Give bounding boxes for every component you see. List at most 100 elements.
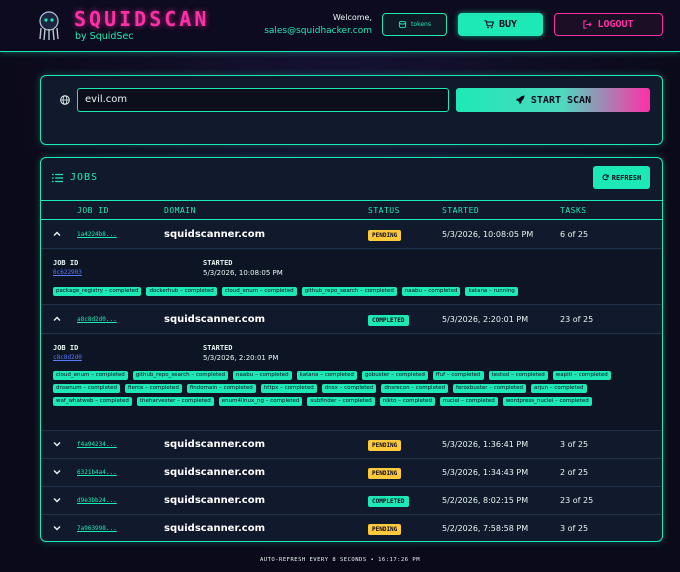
job-id-link[interactable]: 6321b4a4... bbox=[77, 469, 117, 476]
job-domain: squidscanner.com bbox=[164, 314, 265, 325]
chevron-down-icon[interactable] bbox=[53, 468, 61, 476]
job-started: 5/2/2026, 7:58:58 PM bbox=[442, 524, 529, 533]
task-chip: github_repo_search – completed bbox=[132, 371, 229, 380]
job-domain: squidscanner.com bbox=[164, 467, 265, 478]
task-chip: katana – running bbox=[465, 287, 518, 296]
task-chip: naabu – completed bbox=[401, 287, 461, 296]
task-chip: subfinder – completed bbox=[307, 397, 375, 406]
job-id-link[interactable]: 7a963998... bbox=[77, 525, 117, 532]
jobs-header: JOBS REFRESH bbox=[41, 158, 662, 200]
top-header: SQUIDSCAN by SquidSec Welcome, sales@squ… bbox=[0, 0, 680, 52]
task-chip: dnsrecon – completed bbox=[381, 384, 448, 393]
task-chip: wordpress_nuclei – completed bbox=[502, 397, 592, 406]
task-chip: dnsx – completed bbox=[321, 384, 377, 393]
domain-input[interactable]: evil.com bbox=[77, 88, 449, 112]
rocket-icon bbox=[515, 95, 525, 105]
coins-icon bbox=[398, 20, 407, 29]
detail-started-value: 5/3/2026, 10:08:05 PM bbox=[203, 269, 283, 277]
job-started: 5/2/2026, 8:02:15 PM bbox=[442, 496, 529, 505]
table-row[interactable]: d9e3bb24... squidscanner.com COMPLETED 5… bbox=[41, 487, 662, 515]
detail-started-label: STARTED bbox=[203, 344, 233, 352]
table-row[interactable]: a8c8d2d0... squidscanner.com COMPLETED 5… bbox=[41, 306, 662, 334]
jobs-table-header: JOB ID DOMAIN STATUS STARTED TASKS bbox=[41, 200, 662, 220]
job-domain: squidscanner.com bbox=[164, 523, 265, 534]
job-started: 5/3/2026, 10:08:05 PM bbox=[442, 230, 534, 239]
task-chip: nuclei – completed bbox=[439, 397, 498, 406]
detail-job-id-label: JOB ID bbox=[53, 344, 79, 352]
detail-job-id-value[interactable]: c8c8d2d0 bbox=[53, 354, 82, 361]
cart-icon bbox=[484, 20, 494, 29]
job-started: 5/3/2026, 1:36:41 PM bbox=[442, 440, 529, 449]
job-detail-panel: JOB ID c8c8d2d0 STARTED 5/3/2026, 2:20:0… bbox=[41, 335, 662, 431]
job-tasks: 23 of 25 bbox=[560, 496, 594, 505]
detail-started-label: STARTED bbox=[203, 259, 233, 267]
status-badge: COMPLETED bbox=[368, 315, 409, 326]
task-chip: cloud_enum – completed bbox=[221, 287, 297, 296]
logout-icon bbox=[583, 20, 593, 29]
job-id-link[interactable]: d9e3bb24... bbox=[77, 497, 117, 504]
tokens-button[interactable]: tokens bbox=[382, 13, 447, 36]
column-header-started: STARTED bbox=[442, 206, 480, 215]
task-chip: package_registry – completed bbox=[53, 287, 142, 296]
task-chip: testssl – completed bbox=[488, 371, 548, 380]
column-header-job-id: JOB ID bbox=[77, 206, 109, 215]
job-started: 5/3/2026, 1:34:43 PM bbox=[442, 468, 529, 477]
job-domain: squidscanner.com bbox=[164, 229, 265, 240]
job-tasks: 6 of 25 bbox=[560, 230, 589, 239]
welcome-block: Welcome, sales@squidhacker.com bbox=[264, 13, 372, 36]
table-row[interactable]: 7a963998... squidscanner.com PENDING 5/2… bbox=[41, 515, 662, 541]
refresh-label: REFRESH bbox=[611, 173, 642, 182]
chevron-up-icon[interactable] bbox=[53, 315, 61, 323]
brand-title: SQUIDSCAN bbox=[74, 7, 210, 31]
chevron-down-icon[interactable] bbox=[53, 496, 61, 504]
job-id-link[interactable]: a8c8d2d0... bbox=[77, 316, 117, 323]
detail-job-id-value[interactable]: 0c622903 bbox=[53, 269, 82, 276]
task-chip-list: package_registry – completed dockerhub – … bbox=[53, 287, 650, 296]
job-started: 5/3/2026, 2:20:01 PM bbox=[442, 315, 529, 324]
globe-icon bbox=[60, 95, 70, 105]
logout-label: LOGOUT bbox=[597, 19, 634, 30]
table-row[interactable]: 1a4224b8... squidscanner.com PENDING 5/3… bbox=[41, 221, 662, 249]
refresh-button[interactable]: REFRESH bbox=[593, 166, 650, 189]
detail-started-value: 5/3/2026, 2:20:01 PM bbox=[203, 354, 279, 362]
chevron-down-icon[interactable] bbox=[53, 440, 61, 448]
task-chip: naabu – completed bbox=[233, 371, 292, 380]
column-header-status: STATUS bbox=[368, 206, 400, 215]
task-chip: dockerhub – completed bbox=[146, 287, 217, 296]
welcome-label: Welcome, bbox=[332, 13, 372, 22]
start-scan-button[interactable]: START SCAN bbox=[456, 88, 650, 112]
tokens-label: tokens bbox=[411, 21, 431, 28]
table-row[interactable]: 6321b4a4... squidscanner.com PENDING 5/3… bbox=[41, 459, 662, 487]
jobs-panel: JOBS REFRESH JOB ID DOMAIN STATUS STARTE… bbox=[40, 157, 663, 542]
job-id-link[interactable]: f4a94234... bbox=[77, 441, 117, 448]
chevron-up-icon[interactable] bbox=[53, 230, 61, 238]
auto-refresh-footer: AUTO-REFRESH EVERY 8 SECONDS • 16:17:26 … bbox=[259, 557, 421, 563]
task-chip: findomain – completed bbox=[186, 384, 256, 393]
jobs-title: JOBS bbox=[70, 172, 99, 183]
logout-button[interactable]: LOGOUT bbox=[554, 13, 663, 36]
status-badge: PENDING bbox=[368, 230, 402, 241]
job-tasks: 3 of 25 bbox=[560, 440, 589, 449]
table-row[interactable]: f4a94234... squidscanner.com PENDING 5/3… bbox=[41, 431, 662, 459]
status-badge: PENDING bbox=[368, 440, 402, 451]
refresh-icon bbox=[602, 174, 609, 181]
task-chip: nikto – completed bbox=[379, 397, 435, 406]
job-domain: squidscanner.com bbox=[164, 439, 265, 450]
task-chip: gobuster – completed bbox=[361, 371, 428, 380]
list-icon bbox=[52, 173, 63, 183]
task-chip: arjun – completed bbox=[530, 384, 587, 393]
task-chip: waf_whatweb – completed bbox=[53, 397, 132, 406]
task-chip: httpx – completed bbox=[260, 384, 317, 393]
job-id-link[interactable]: 1a4224b8... bbox=[77, 231, 117, 238]
task-chip: fierce – completed bbox=[124, 384, 182, 393]
status-badge: PENDING bbox=[368, 524, 402, 535]
chevron-down-icon[interactable] bbox=[53, 524, 61, 532]
user-email: sales@squidhacker.com bbox=[264, 26, 372, 36]
task-chip: enum4linux_ng – completed bbox=[218, 397, 303, 406]
buy-button[interactable]: BUY bbox=[458, 13, 543, 36]
start-scan-label: START SCAN bbox=[530, 94, 592, 106]
status-badge: PENDING bbox=[368, 468, 402, 479]
task-chip: feroxbuster – completed bbox=[452, 384, 526, 393]
status-badge: COMPLETED bbox=[368, 496, 409, 507]
job-domain: squidscanner.com bbox=[164, 495, 265, 506]
